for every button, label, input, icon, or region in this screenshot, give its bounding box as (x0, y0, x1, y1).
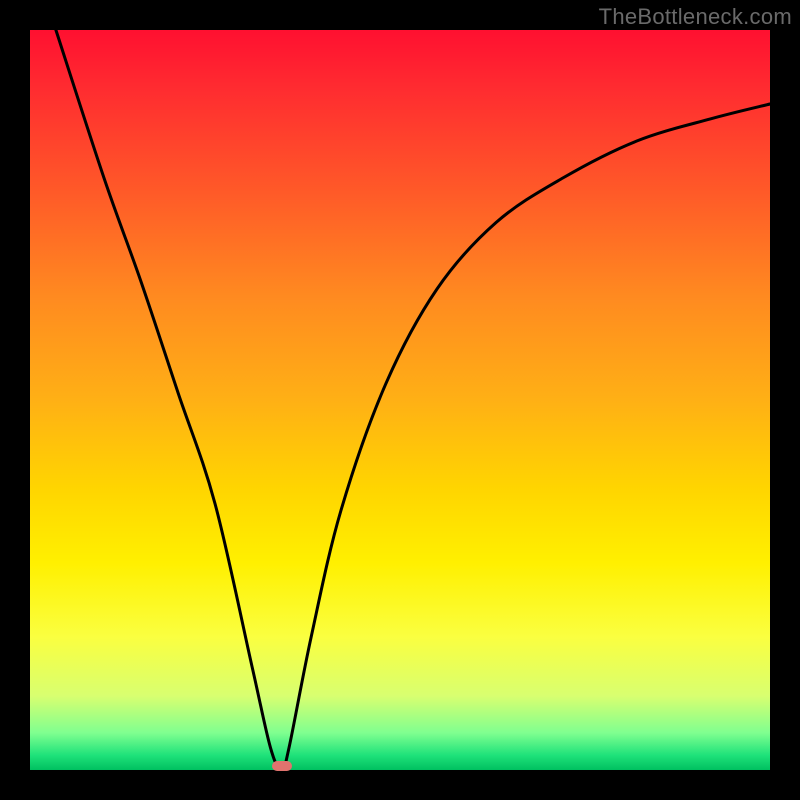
minimum-marker (272, 761, 292, 771)
curve-layer (30, 30, 770, 770)
watermark-text: TheBottleneck.com (599, 4, 792, 30)
chart-frame: TheBottleneck.com (0, 0, 800, 800)
bottleneck-curve (56, 30, 770, 770)
plot-area (30, 30, 770, 770)
